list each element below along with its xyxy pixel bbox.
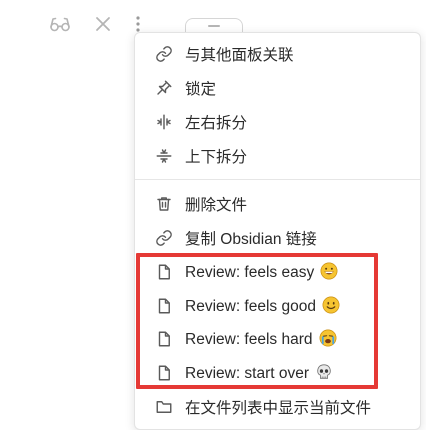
split-vertical-icon — [155, 113, 173, 131]
pin-icon — [155, 79, 173, 97]
menu-item-label: 与其他面板关联 — [185, 47, 294, 64]
folder-icon — [155, 398, 173, 416]
menu-separator — [135, 179, 420, 180]
menu-item-label: 复制 Obsidian 链接 — [185, 231, 317, 248]
split-horizontal-icon — [155, 147, 173, 165]
menu-item-link-pane[interactable]: 与其他面板关联 — [143, 38, 411, 70]
menu-item-split-right[interactable]: 左右拆分 — [143, 106, 411, 138]
menu-item-label: 上下拆分 — [185, 149, 248, 166]
menu-item-label: 左右拆分 — [185, 115, 248, 132]
trash-icon — [155, 195, 173, 213]
close-icon[interactable] — [91, 12, 115, 36]
menu-item-label: 锁定 — [185, 81, 217, 98]
menu-item-reveal-in-file-list[interactable]: 在文件列表中显示当前文件 — [143, 391, 411, 423]
menu-item-label: 删除文件 — [185, 197, 248, 214]
link-icon — [155, 229, 173, 247]
menu-item-copy-link[interactable]: 复制 Obsidian 链接 — [143, 222, 411, 254]
menu-item-lock[interactable]: 锁定 — [143, 72, 411, 104]
menu-item-label: 在文件列表中显示当前文件 — [185, 400, 372, 417]
link-icon — [155, 45, 173, 63]
glasses-icon[interactable] — [48, 12, 72, 36]
menu-item-delete-file[interactable]: 删除文件 — [143, 188, 411, 220]
highlight-box — [136, 253, 378, 389]
menu-item-split-down[interactable]: 上下拆分 — [143, 140, 411, 172]
